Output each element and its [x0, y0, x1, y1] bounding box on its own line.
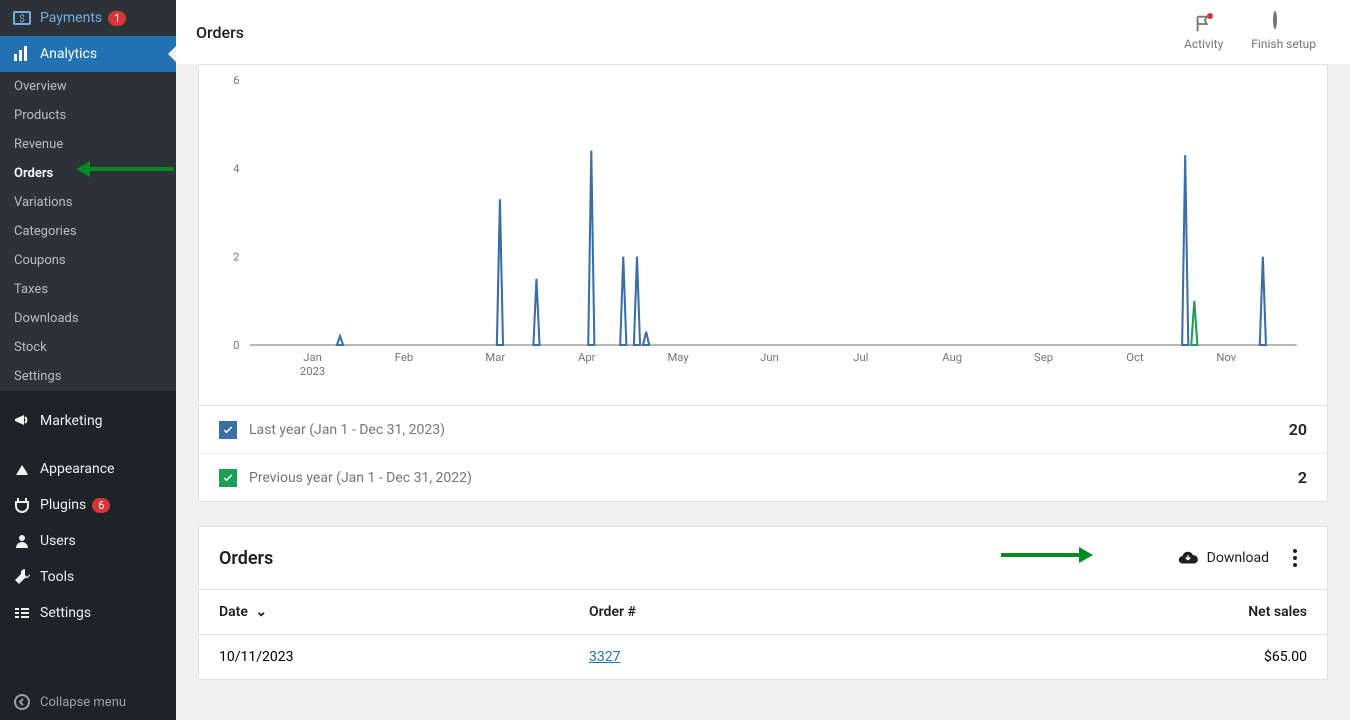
sidebar-item-marketing[interactable]: Marketing — [0, 403, 176, 439]
plugins-icon — [12, 495, 32, 515]
legend-row-last-year[interactable]: Last year (Jan 1 - Dec 31, 2023) 20 — [199, 406, 1327, 453]
submenu-downloads[interactable]: Downloads — [0, 304, 176, 333]
legend-checkbox-icon[interactable] — [219, 469, 237, 487]
sidebar-item-users[interactable]: Users — [0, 523, 176, 559]
sidebar-label: Appearance — [40, 461, 114, 477]
orders-table-title: Orders — [219, 548, 1177, 569]
svg-text:Feb: Feb — [395, 351, 413, 364]
topbar: Orders Activity Finish setup — [176, 0, 1350, 64]
collapse-icon — [12, 692, 32, 712]
more-options-button[interactable] — [1283, 549, 1307, 567]
sidebar-item-analytics[interactable]: Analytics — [0, 36, 176, 72]
legend-row-previous-year[interactable]: Previous year (Jan 1 - Dec 31, 2022) 2 — [199, 453, 1327, 501]
column-header-net-sales[interactable]: Net sales — [1147, 590, 1327, 634]
svg-text:Mar: Mar — [485, 351, 505, 364]
svg-text:2: 2 — [233, 251, 239, 264]
submenu-overview[interactable]: Overview — [0, 72, 176, 101]
download-button[interactable]: Download — [1177, 547, 1269, 569]
sidebar-label: Settings — [40, 605, 91, 621]
sidebar-item-payments[interactable]: $ Payments 1 — [0, 0, 176, 36]
collapse-menu-button[interactable]: Collapse menu — [0, 684, 176, 720]
legend-value: 20 — [1289, 420, 1307, 439]
collapse-label: Collapse menu — [40, 695, 126, 710]
sidebar-label: Plugins — [40, 497, 86, 513]
submenu-variations[interactable]: Variations — [0, 188, 176, 217]
submenu-orders[interactable]: Orders — [0, 159, 176, 188]
svg-text:0: 0 — [233, 339, 239, 352]
order-link[interactable]: 3327 — [589, 649, 620, 665]
orders-table-card: Orders Download Date ⌄ Order # Net sales… — [198, 526, 1328, 680]
annotation-arrow-icon — [1001, 553, 1087, 557]
analytics-submenu: Overview Products Revenue Orders Variati… — [0, 72, 176, 391]
submenu-stock[interactable]: Stock — [0, 333, 176, 362]
cell-net-sales: $65.00 — [1147, 635, 1327, 679]
orders-chart: 0246JanFebMarAprMayJunJulAugSepOctNovDec… — [199, 65, 1327, 405]
main-content: Orders Activity Finish setup 0 2 4 6 Jan Feb M… — [176, 0, 1350, 720]
submenu-coupons[interactable]: Coupons — [0, 246, 176, 275]
legend-label: Previous year (Jan 1 - Dec 31, 2022) — [249, 470, 1298, 486]
svg-text:4: 4 — [233, 162, 239, 175]
users-icon — [12, 531, 32, 551]
svg-text:Jul: Jul — [853, 351, 868, 364]
chart-legend: Last year (Jan 1 - Dec 31, 2023) 20 Prev… — [199, 405, 1327, 501]
payments-icon: $ — [12, 8, 32, 28]
svg-text:Sep: Sep — [1034, 351, 1053, 364]
svg-text:Oct: Oct — [1126, 351, 1144, 364]
sidebar-label: Users — [40, 533, 76, 549]
finish-setup-button[interactable]: Finish setup — [1237, 9, 1330, 55]
sidebar-item-settings[interactable]: Settings — [0, 595, 176, 631]
chevron-down-icon: ⌄ — [255, 604, 267, 620]
svg-text:2023: 2023 — [300, 365, 325, 378]
tools-icon — [12, 567, 32, 587]
submenu-categories[interactable]: Categories — [0, 217, 176, 246]
sidebar-label: Analytics — [40, 46, 97, 62]
sidebar-label: Marketing — [40, 413, 103, 429]
table-row: 10/11/2023 3327 $65.00 — [199, 635, 1327, 679]
orders-table-header: Orders Download — [199, 527, 1327, 589]
legend-label: Last year (Jan 1 - Dec 31, 2023) — [249, 422, 1289, 438]
svg-text:May: May — [667, 351, 689, 364]
cell-order: 3327 — [569, 635, 1147, 679]
svg-text:Aug: Aug — [942, 351, 962, 364]
svg-text:6: 6 — [233, 75, 239, 87]
orders-table-head: Date ⌄ Order # Net sales — [199, 589, 1327, 635]
plugins-badge: 6 — [92, 498, 110, 513]
page-title: Orders — [196, 23, 244, 42]
svg-text:Jun: Jun — [760, 351, 779, 364]
column-header-date[interactable]: Date ⌄ — [199, 590, 569, 634]
finish-setup-icon — [1273, 13, 1295, 35]
chart-card: 0246JanFebMarAprMayJunJulAugSepOctNovDec… — [198, 64, 1328, 502]
appearance-icon — [12, 459, 32, 479]
activity-label: Activity — [1184, 37, 1223, 51]
svg-text:$: $ — [19, 12, 25, 25]
download-cloud-icon — [1177, 547, 1199, 569]
download-label: Download — [1207, 550, 1269, 566]
activity-icon — [1193, 13, 1215, 35]
sidebar-label: Payments — [40, 10, 102, 26]
finish-setup-label: Finish setup — [1251, 37, 1316, 51]
sidebar-item-tools[interactable]: Tools — [0, 559, 176, 595]
submenu-revenue[interactable]: Revenue — [0, 130, 176, 159]
legend-checkbox-icon[interactable] — [219, 421, 237, 439]
column-header-order[interactable]: Order # — [569, 590, 1147, 634]
annotation-arrow-icon — [82, 167, 174, 171]
marketing-icon — [12, 411, 32, 431]
legend-value: 2 — [1298, 468, 1307, 487]
settings-icon — [12, 603, 32, 623]
svg-text:Nov: Nov — [1216, 351, 1236, 364]
analytics-icon — [12, 44, 32, 64]
content-scroll[interactable]: 0246JanFebMarAprMayJunJulAugSepOctNovDec… — [176, 64, 1350, 720]
submenu-taxes[interactable]: Taxes — [0, 275, 176, 304]
sidebar-label: Tools — [40, 569, 74, 585]
admin-sidebar: $ Payments 1 Analytics Overview Products… — [0, 0, 176, 720]
submenu-settings[interactable]: Settings — [0, 362, 176, 391]
payments-badge: 1 — [108, 11, 126, 26]
submenu-products[interactable]: Products — [0, 101, 176, 130]
svg-text:Apr: Apr — [578, 351, 596, 364]
cell-date: 10/11/2023 — [199, 635, 569, 679]
activity-button[interactable]: Activity — [1170, 9, 1237, 55]
svg-text:Jan: Jan — [303, 351, 322, 364]
sidebar-item-appearance[interactable]: Appearance — [0, 451, 176, 487]
sidebar-item-plugins[interactable]: Plugins 6 — [0, 487, 176, 523]
